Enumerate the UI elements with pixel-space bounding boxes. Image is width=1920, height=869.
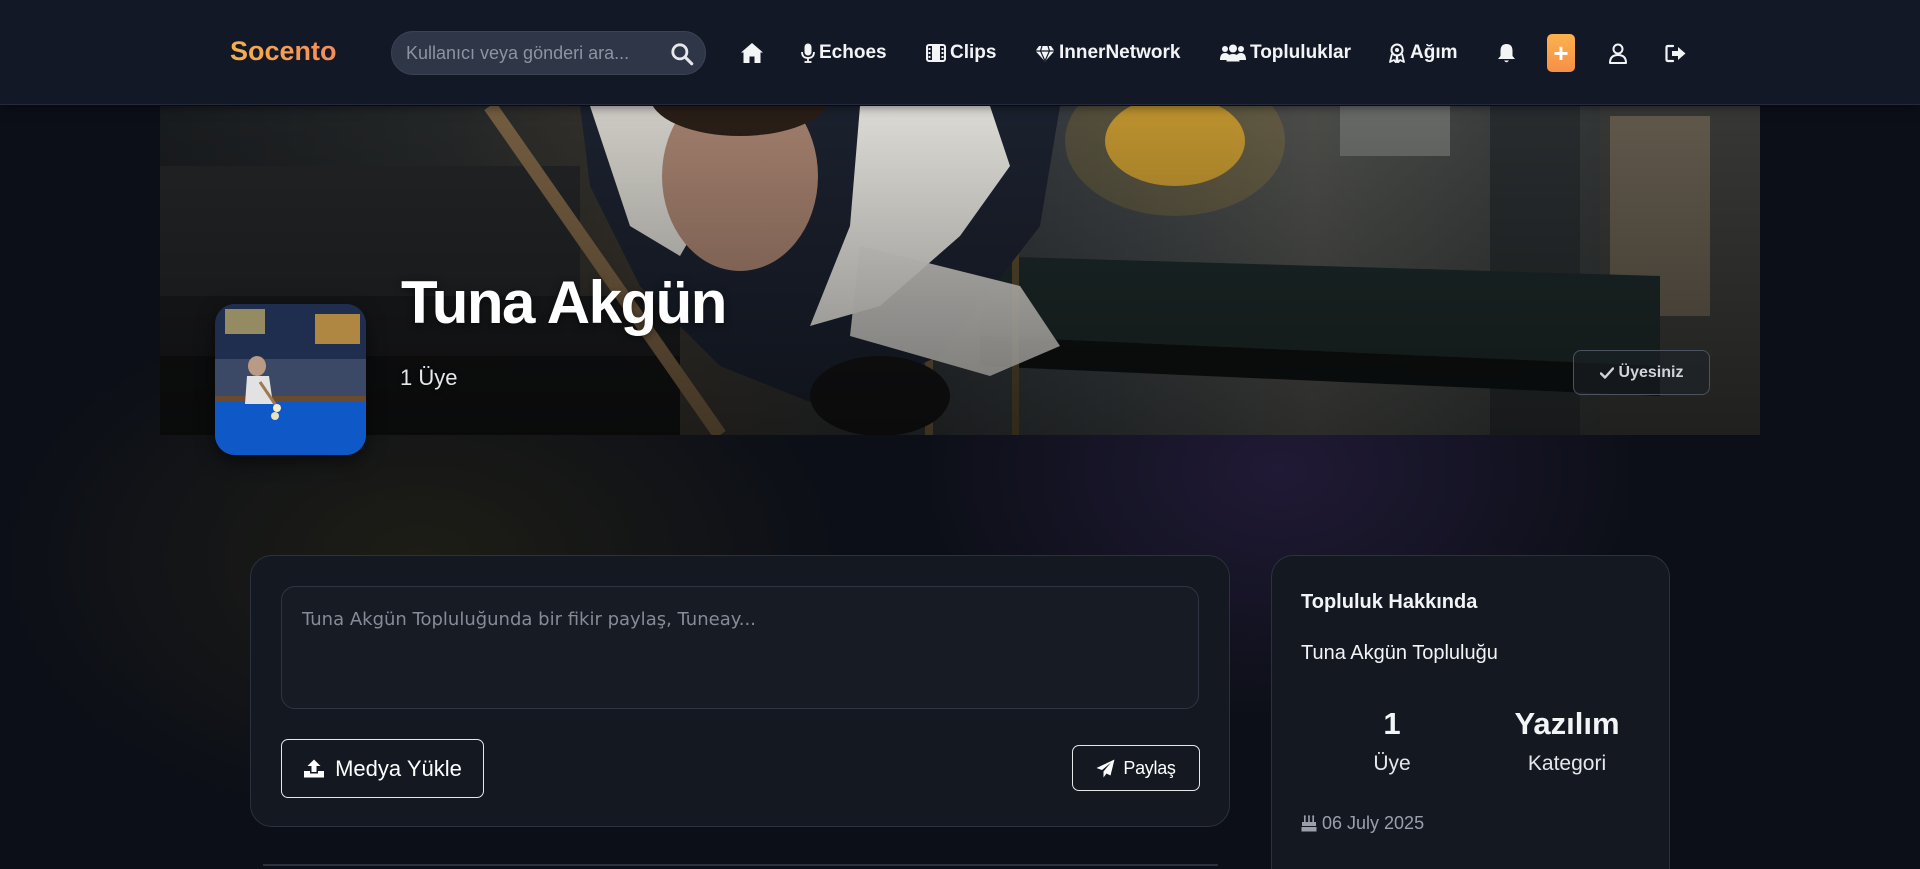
next-card-edge bbox=[263, 864, 1218, 866]
bell-icon bbox=[1497, 43, 1515, 62]
stat-category-value: Yazılım bbox=[1514, 706, 1620, 741]
film-icon bbox=[926, 44, 946, 62]
member-count: 1 Üye bbox=[400, 365, 458, 390]
share-label: Paylaş bbox=[1123, 757, 1176, 778]
membership-button[interactable]: Üyesiniz bbox=[1573, 350, 1710, 395]
nav-agim-label: Ağım bbox=[1410, 42, 1458, 63]
created-date-text: 06 July 2025 bbox=[1322, 813, 1425, 833]
check-icon bbox=[1599, 366, 1614, 379]
nav-agim[interactable]: Ağım bbox=[1388, 38, 1458, 68]
paper-plane-icon bbox=[1096, 759, 1115, 777]
nav-topluluklar[interactable]: Topluluklar bbox=[1220, 38, 1351, 68]
post-composer-card: Medya Yükle Paylaş bbox=[250, 555, 1230, 827]
nav-innernetwork-label: InnerNetwork bbox=[1059, 42, 1181, 63]
search-bar bbox=[391, 31, 706, 75]
stat-category-label: Kategori bbox=[1527, 752, 1607, 775]
stat-members-value: 1 bbox=[1383, 706, 1401, 741]
nav-echoes-label: Echoes bbox=[819, 42, 887, 63]
notifications-button[interactable] bbox=[1494, 40, 1518, 66]
birthday-cake-icon bbox=[1301, 815, 1317, 832]
network-icon bbox=[1389, 43, 1405, 63]
home-button[interactable] bbox=[738, 38, 766, 68]
community-title: Tuna Akgün bbox=[401, 269, 727, 336]
upload-media-button[interactable]: Medya Yükle bbox=[281, 739, 484, 798]
logout-icon bbox=[1665, 44, 1686, 62]
about-description: Tuna Akgün Topluluğu bbox=[1301, 642, 1498, 664]
users-icon bbox=[1220, 44, 1246, 62]
share-button[interactable]: Paylaş bbox=[1072, 745, 1200, 791]
user-icon bbox=[1609, 43, 1627, 64]
brand-logo[interactable]: Socento bbox=[230, 36, 337, 67]
nav-innernetwork[interactable]: InnerNetwork bbox=[1035, 38, 1180, 68]
microphone-icon bbox=[801, 43, 815, 63]
search-input[interactable] bbox=[406, 32, 656, 74]
nav-clips[interactable]: Clips bbox=[926, 38, 996, 68]
created-date: 06 July 2025 bbox=[1301, 813, 1424, 834]
membership-label: Üyesiniz bbox=[1618, 363, 1684, 381]
nav-echoes[interactable]: Echoes bbox=[801, 38, 887, 68]
plus-icon: + bbox=[1553, 38, 1569, 68]
search-icon[interactable] bbox=[669, 41, 695, 67]
logout-button[interactable] bbox=[1663, 40, 1689, 66]
upload-icon bbox=[304, 759, 325, 777]
home-icon bbox=[741, 43, 763, 63]
community-about-card: Topluluk Hakkında Tuna Akgün Topluluğu 1… bbox=[1271, 555, 1670, 869]
avatar-photo bbox=[215, 304, 366, 455]
community-avatar bbox=[215, 304, 366, 455]
post-textarea[interactable] bbox=[281, 586, 1199, 709]
about-title: Topluluk Hakkında bbox=[1301, 591, 1478, 613]
nav-clips-label: Clips bbox=[950, 42, 997, 63]
top-navbar: Socento Echoes Clips bbox=[0, 0, 1920, 105]
create-button[interactable]: + bbox=[1547, 34, 1575, 72]
nav-topluluklar-label: Topluluklar bbox=[1250, 42, 1351, 63]
stat-members-label: Üye bbox=[1373, 752, 1411, 775]
profile-button[interactable] bbox=[1606, 40, 1630, 66]
upload-media-label: Medya Yükle bbox=[335, 755, 462, 781]
gem-icon bbox=[1035, 45, 1055, 61]
